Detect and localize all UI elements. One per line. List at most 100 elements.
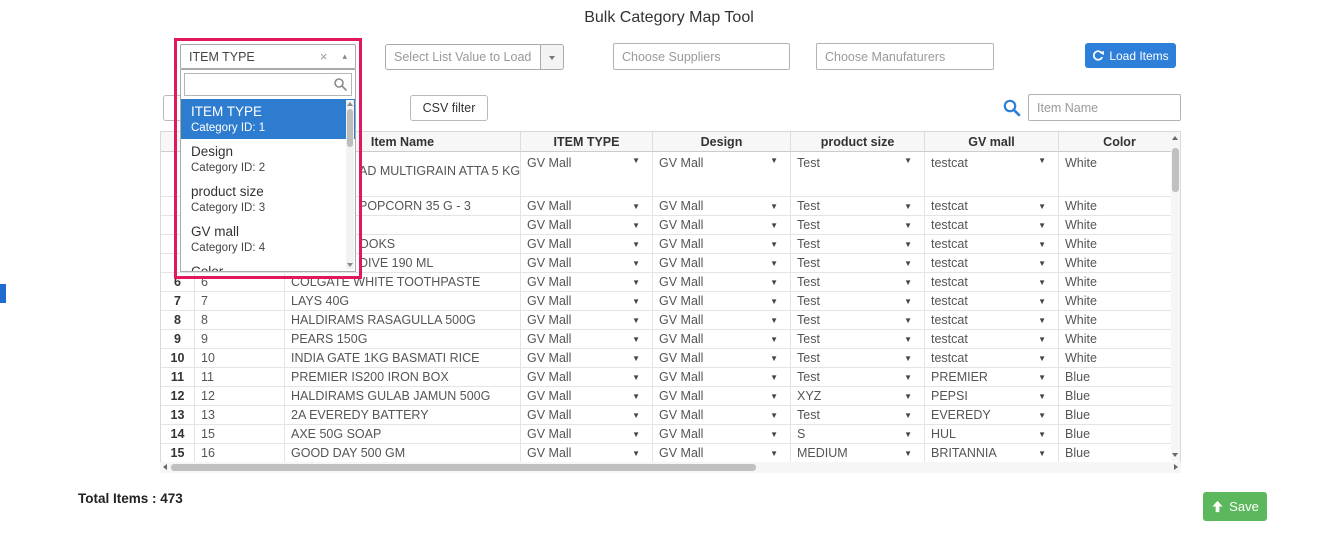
product-size-select[interactable]: S▼ xyxy=(791,425,925,444)
product-size-select[interactable]: XYZ▼ xyxy=(791,387,925,406)
dropdown-option[interactable]: ITEM TYPE Category ID: 1 xyxy=(181,99,355,139)
item-type-select[interactable]: GV Mall▼ xyxy=(521,216,653,235)
scroll-up-icon[interactable] xyxy=(347,102,353,106)
gv-mall-select[interactable]: testcat▼ xyxy=(925,330,1059,349)
item-type-select[interactable]: GV Mall▼ xyxy=(521,152,653,197)
item-type-select[interactable]: GV Mall▼ xyxy=(521,444,653,463)
design-select[interactable]: GV Mall▼ xyxy=(653,254,791,273)
chevron-down-icon: ▼ xyxy=(1038,221,1046,230)
clear-icon[interactable]: × xyxy=(320,50,328,63)
design-select[interactable]: GV Mall▼ xyxy=(653,387,791,406)
product-size-select[interactable]: Test▼ xyxy=(791,254,925,273)
product-size-value: Test xyxy=(797,332,820,346)
item-type-select[interactable]: GV Mall▼ xyxy=(521,292,653,311)
scroll-left-icon[interactable] xyxy=(163,464,167,470)
product-size-select[interactable]: Test▼ xyxy=(791,349,925,368)
product-size-value: Test xyxy=(797,351,820,365)
scrollbar-thumb[interactable] xyxy=(1172,148,1179,192)
item-type-value: GV Mall xyxy=(527,370,571,384)
design-select[interactable]: GV Mall▼ xyxy=(653,273,791,292)
csv-filter-button[interactable]: CSV filter xyxy=(410,95,488,121)
product-size-select[interactable]: Test▼ xyxy=(791,292,925,311)
item-type-select[interactable]: GV Mall▼ xyxy=(521,387,653,406)
item-name-cell: HALDIRAMS GULAB JAMUN 500G xyxy=(285,387,521,406)
gv-mall-select[interactable]: testcat▼ xyxy=(925,349,1059,368)
item-type-select[interactable]: GV Mall▼ xyxy=(521,368,653,387)
gv-mall-select[interactable]: testcat▼ xyxy=(925,254,1059,273)
gv-mall-select[interactable]: testcat▼ xyxy=(925,273,1059,292)
gv-mall-select[interactable]: EVEREDY▼ xyxy=(925,406,1059,425)
item-type-select[interactable]: GV Mall▼ xyxy=(521,406,653,425)
product-size-select[interactable]: Test▼ xyxy=(791,311,925,330)
manufacturers-input[interactable] xyxy=(816,43,994,70)
design-select[interactable]: GV Mall▼ xyxy=(653,197,791,216)
gv-mall-select[interactable]: PREMIER▼ xyxy=(925,368,1059,387)
item-type-select[interactable]: GV Mall▼ xyxy=(521,254,653,273)
table-vertical-scrollbar[interactable] xyxy=(1171,132,1180,461)
design-select[interactable]: GV Mall▼ xyxy=(653,292,791,311)
design-select[interactable]: GV Mall▼ xyxy=(653,311,791,330)
design-select[interactable]: GV Mall▼ xyxy=(653,425,791,444)
table-horizontal-scrollbar[interactable] xyxy=(160,462,1181,473)
dropdown-option[interactable]: Design Category ID: 2 xyxy=(181,139,355,179)
dropdown-option[interactable]: product size Category ID: 3 xyxy=(181,179,355,219)
dropdown-scrollbar[interactable] xyxy=(346,100,354,269)
product-size-select[interactable]: Test▼ xyxy=(791,197,925,216)
category-select[interactable]: ITEM TYPE × ▴ xyxy=(180,44,356,69)
design-select[interactable]: GV Mall▼ xyxy=(653,349,791,368)
list-value-select[interactable]: Select List Value to Load xyxy=(385,44,564,70)
design-select[interactable]: GV Mall▼ xyxy=(653,152,791,197)
product-size-select[interactable]: Test▼ xyxy=(791,273,925,292)
design-select[interactable]: GV Mall▼ xyxy=(653,368,791,387)
chevron-down-icon: ▼ xyxy=(1038,278,1046,287)
design-select[interactable]: GV Mall▼ xyxy=(653,216,791,235)
scrollbar-thumb[interactable] xyxy=(171,464,756,471)
scroll-down-icon[interactable] xyxy=(347,263,353,267)
product-size-select[interactable]: Test▼ xyxy=(791,368,925,387)
design-select[interactable]: GV Mall▼ xyxy=(653,444,791,463)
design-value: GV Mall xyxy=(659,313,703,327)
scrollbar-thumb[interactable] xyxy=(347,109,353,147)
gv-mall-select[interactable]: testcat▼ xyxy=(925,216,1059,235)
item-type-select[interactable]: GV Mall▼ xyxy=(521,273,653,292)
scroll-right-icon[interactable] xyxy=(1174,464,1178,470)
gv-mall-select[interactable]: testcat▼ xyxy=(925,311,1059,330)
chevron-down-icon: ▼ xyxy=(904,297,912,306)
item-type-select[interactable]: GV Mall▼ xyxy=(521,197,653,216)
scroll-down-icon[interactable] xyxy=(1172,453,1178,457)
gv-mall-select[interactable]: testcat▼ xyxy=(925,152,1059,197)
item-type-select[interactable]: GV Mall▼ xyxy=(521,425,653,444)
search-icon[interactable] xyxy=(1002,98,1022,118)
refresh-icon xyxy=(1092,50,1104,62)
item-name-input[interactable] xyxy=(1028,94,1181,121)
gv-mall-select[interactable]: PEPSI▼ xyxy=(925,387,1059,406)
item-type-select[interactable]: GV Mall▼ xyxy=(521,311,653,330)
load-items-button[interactable]: Load Items xyxy=(1085,43,1176,68)
design-select[interactable]: GV Mall▼ xyxy=(653,330,791,349)
product-size-value: Test xyxy=(797,313,820,327)
scroll-up-icon[interactable] xyxy=(1172,136,1178,140)
product-size-select[interactable]: Test▼ xyxy=(791,216,925,235)
product-size-select[interactable]: Test▼ xyxy=(791,330,925,349)
gv-mall-select[interactable]: BRITANNIA▼ xyxy=(925,444,1059,463)
dropdown-option[interactable]: GV mall Category ID: 4 xyxy=(181,219,355,259)
design-select[interactable]: GV Mall▼ xyxy=(653,406,791,425)
gv-mall-select[interactable]: testcat▼ xyxy=(925,197,1059,216)
item-type-select[interactable]: GV Mall▼ xyxy=(521,330,653,349)
color-cell: Blue xyxy=(1059,406,1180,425)
save-button[interactable]: Save xyxy=(1203,492,1267,521)
gv-mall-select[interactable]: testcat▼ xyxy=(925,235,1059,254)
design-select[interactable]: GV Mall▼ xyxy=(653,235,791,254)
item-type-select[interactable]: GV Mall▼ xyxy=(521,349,653,368)
dropdown-search-input[interactable] xyxy=(184,73,352,96)
dropdown-option[interactable]: Color xyxy=(181,259,355,272)
product-size-select[interactable]: Test▼ xyxy=(791,152,925,197)
page-title: Bulk Category Map Tool xyxy=(0,9,1338,27)
product-size-select[interactable]: MEDIUM▼ xyxy=(791,444,925,463)
gv-mall-select[interactable]: HUL▼ xyxy=(925,425,1059,444)
item-type-select[interactable]: GV Mall▼ xyxy=(521,235,653,254)
gv-mall-select[interactable]: testcat▼ xyxy=(925,292,1059,311)
product-size-select[interactable]: Test▼ xyxy=(791,406,925,425)
product-size-select[interactable]: Test▼ xyxy=(791,235,925,254)
suppliers-input[interactable] xyxy=(613,43,790,70)
